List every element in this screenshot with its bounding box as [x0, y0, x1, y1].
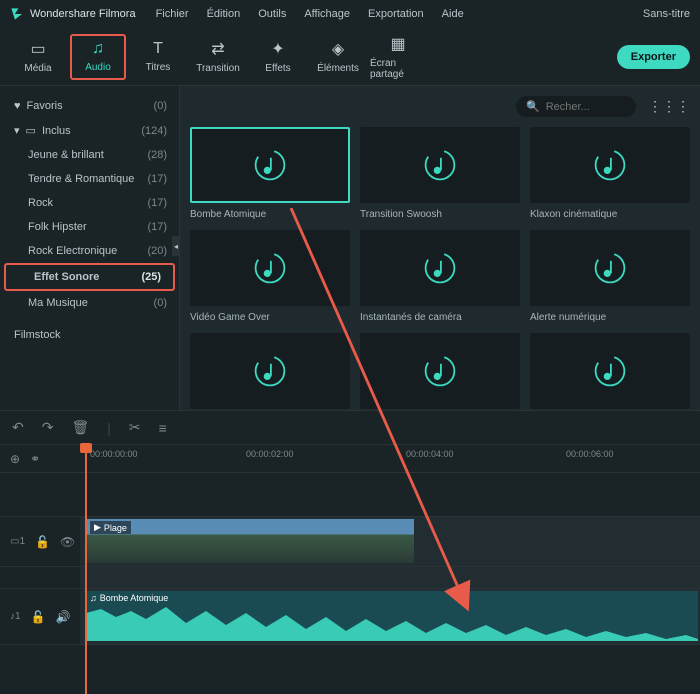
transition-icon: ⇄	[211, 39, 224, 59]
tab-elements[interactable]: ◈ Éléments	[310, 34, 366, 80]
settings-button[interactable]: ≡	[159, 420, 167, 436]
menu-aide[interactable]: Aide	[442, 8, 464, 20]
folder-icon: ▭	[30, 39, 45, 59]
audio-track-row: ♪1 🔓 🔊 ♫Bombe Atomique	[0, 588, 700, 644]
thumb-instantanes[interactable]: Instantanés de caméra	[360, 230, 520, 323]
music-note-icon: ♫	[92, 40, 104, 58]
search-input[interactable]	[546, 101, 626, 113]
music-icon: ♫	[90, 593, 97, 603]
sidebar-cat-4[interactable]: Rock Electronique(20)	[0, 239, 179, 263]
app-name: Wondershare Filmora	[30, 8, 136, 20]
menu-exportation[interactable]: Exportation	[368, 8, 424, 20]
add-marker-button[interactable]: ⊕	[10, 452, 20, 466]
thumb-transition-swoosh[interactable]: Transition Swoosh	[360, 127, 520, 220]
audio-thumb-icon	[592, 250, 628, 286]
document-title: Sans-titre	[643, 8, 690, 20]
sidebar-cat-0[interactable]: Jeune & brillant(28)	[0, 143, 179, 167]
main-area: ♥Favoris (0) ▾▭Inclus (124) Jeune & bril…	[0, 86, 700, 410]
link-button[interactable]: ⚭	[30, 452, 40, 466]
menu-edition[interactable]: Édition	[207, 8, 241, 20]
content-area: 🔍 ⋮⋮⋮ Bombe Atomique Transition Swoosh K…	[180, 86, 700, 410]
chevron-down-icon: ▾	[14, 124, 20, 137]
tab-audio[interactable]: ♫ Audio	[70, 34, 126, 80]
toolbar: ▭ Média ♫ Audio T Titres ⇄ Transition ✦ …	[0, 28, 700, 86]
menu-outils[interactable]: Outils	[258, 8, 286, 20]
track-audio-icon: ♪1	[10, 611, 21, 622]
video-track-controls: ▭1 🔓 👁	[0, 517, 80, 566]
filmora-logo-icon	[10, 7, 24, 21]
redo-button[interactable]: ↷	[42, 419, 54, 436]
timeline: ⊕ ⚭ 00:00:00:00 00:00:02:00 00:00:04:00 …	[0, 444, 700, 664]
sidebar: ♥Favoris (0) ▾▭Inclus (124) Jeune & bril…	[0, 86, 180, 410]
sparkle-icon: ✦	[271, 39, 284, 59]
sidebar-cat-effet-sonore[interactable]: Effet Sonore(25)	[4, 263, 175, 291]
menubar: Wondershare Filmora Fichier Édition Outi…	[0, 0, 700, 28]
video-track[interactable]: ▶Plage	[80, 517, 700, 566]
video-clip[interactable]: ▶Plage	[86, 519, 414, 563]
timeline-toolbar: ↶ ↷ 🗑 | ✂ ≡	[0, 410, 700, 444]
thumb-alerte[interactable]: Alerte numérique	[530, 230, 690, 323]
sidebar-favoris[interactable]: ♥Favoris (0)	[0, 94, 179, 118]
waveform	[86, 605, 698, 641]
thumb-bombe-atomique[interactable]: Bombe Atomique	[190, 127, 350, 220]
video-track-row: ▭1 🔓 👁 ▶Plage	[0, 516, 700, 566]
sidebar-cat-2[interactable]: Rock(17)	[0, 191, 179, 215]
grid-view-toggle[interactable]: ⋮⋮⋮	[648, 98, 690, 115]
menu-affichage[interactable]: Affichage	[304, 8, 350, 20]
audio-thumb-icon	[252, 353, 288, 389]
thumbnail-grid: Bombe Atomique Transition Swoosh Klaxon …	[190, 127, 690, 409]
shapes-icon: ◈	[332, 39, 344, 59]
lock-icon[interactable]: 🔓	[31, 610, 46, 624]
audio-thumb-icon	[592, 147, 628, 183]
playhead[interactable]	[85, 444, 87, 694]
thumb-game-over[interactable]: Vidéo Game Over	[190, 230, 350, 323]
cut-button[interactable]: ✂	[129, 419, 141, 436]
ruler-controls: ⊕ ⚭	[0, 445, 80, 472]
undo-button[interactable]: ↶	[12, 419, 24, 436]
audio-track[interactable]: ♫Bombe Atomique	[80, 589, 700, 644]
audio-clip[interactable]: ♫Bombe Atomique	[86, 591, 698, 641]
track-video-icon: ▭1	[10, 536, 25, 547]
lock-icon[interactable]: 🔓	[35, 535, 50, 549]
audio-thumb-icon	[422, 147, 458, 183]
time-ruler[interactable]: 00:00:00:00 00:00:02:00 00:00:04:00 00:0…	[80, 445, 700, 472]
play-icon: ▶	[94, 522, 101, 533]
thumb-9[interactable]	[530, 333, 690, 409]
tab-media[interactable]: ▭ Média	[10, 34, 66, 80]
thumb-8[interactable]	[360, 333, 520, 409]
export-button[interactable]: Exporter	[617, 45, 690, 69]
audio-thumb-icon	[422, 353, 458, 389]
split-icon: ▦	[390, 34, 405, 54]
sidebar-cat-3[interactable]: Folk Hipster(17)	[0, 215, 179, 239]
sidebar-filmstock[interactable]: Filmstock	[0, 323, 179, 347]
tab-split-screen[interactable]: ▦ Écran partagé	[370, 34, 426, 80]
tab-transition[interactable]: ⇄ Transition	[190, 34, 246, 80]
sidebar-cat-1[interactable]: Tendre & Romantique(17)	[0, 167, 179, 191]
tab-effets[interactable]: ✦ Effets	[250, 34, 306, 80]
sidebar-collapse-handle[interactable]: ◂	[172, 236, 180, 256]
audio-thumb-icon	[422, 250, 458, 286]
tab-titres[interactable]: T Titres	[130, 34, 186, 80]
audio-thumb-icon	[252, 250, 288, 286]
heart-icon: ♥	[14, 100, 21, 112]
delete-button[interactable]: 🗑	[71, 419, 89, 436]
app-logo: Wondershare Filmora	[10, 7, 136, 21]
search-box[interactable]: 🔍	[516, 96, 636, 117]
sidebar-cat-6[interactable]: Ma Musique(0)	[0, 291, 179, 315]
audio-thumb-icon	[252, 147, 288, 183]
eye-icon[interactable]: 👁	[60, 535, 75, 549]
speaker-icon[interactable]: 🔊	[56, 610, 71, 624]
thumb-klaxon[interactable]: Klaxon cinématique	[530, 127, 690, 220]
thumb-7[interactable]	[190, 333, 350, 409]
search-icon: 🔍	[526, 100, 540, 113]
menu-fichier[interactable]: Fichier	[156, 8, 189, 20]
text-icon: T	[153, 40, 163, 58]
audio-track-controls: ♪1 🔓 🔊	[0, 589, 80, 644]
audio-thumb-icon	[592, 353, 628, 389]
sidebar-inclus[interactable]: ▾▭Inclus (124)	[0, 118, 179, 143]
folder-icon: ▭	[26, 124, 36, 137]
